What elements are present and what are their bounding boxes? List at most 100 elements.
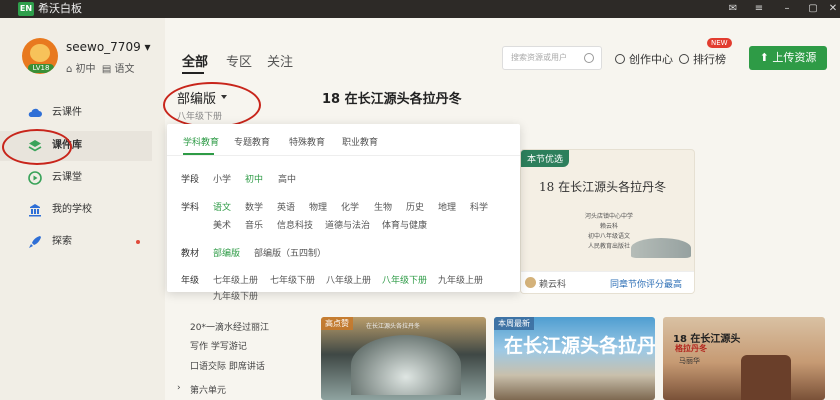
search-input[interactable]: 搜索资源或用户 bbox=[502, 46, 602, 70]
ranking-button[interactable]: 排行榜 bbox=[679, 51, 726, 67]
user-level: 初中 bbox=[75, 64, 96, 75]
tab-special-topic[interactable]: 专题教育 bbox=[234, 135, 270, 148]
option-senior-high[interactable]: 高中 bbox=[278, 172, 296, 185]
chevron-right-icon[interactable]: › bbox=[177, 383, 181, 393]
tab-all[interactable]: 全部 bbox=[182, 51, 208, 70]
option-grade-9b[interactable]: 九年级下册 bbox=[213, 289, 258, 302]
grade-row-label: 年级 bbox=[181, 276, 200, 286]
list-item[interactable]: 第六单元 bbox=[190, 383, 226, 396]
upload-icon: ⬆ bbox=[759, 51, 769, 64]
book-icon: ▤ bbox=[101, 64, 112, 75]
title-bar: EN 希沃白板 ✉ ≡ – ▢ ✕ bbox=[0, 0, 840, 18]
menu-icon[interactable]: ≡ bbox=[752, 2, 766, 16]
user-subject: 语文 bbox=[114, 64, 135, 75]
option-grade-9a[interactable]: 九年级上册 bbox=[438, 273, 483, 286]
card-label: 本周最新 bbox=[494, 317, 534, 330]
card-label: 高点赞 bbox=[321, 317, 353, 330]
tab-subject-education[interactable]: 学科教育 bbox=[183, 135, 219, 148]
tab-special-education[interactable]: 特殊教育 bbox=[289, 135, 325, 148]
option-bubian[interactable]: 部编版 bbox=[213, 246, 240, 259]
trophy-icon bbox=[679, 54, 689, 64]
courseware-card[interactable]: 高点赞 在长江源头各拉丹冬 bbox=[321, 317, 486, 400]
option-biology[interactable]: 生物 bbox=[374, 200, 392, 213]
lesson-title: 18 在长江源头各拉丹冬 bbox=[322, 92, 462, 107]
feedback-icon[interactable]: ✉ bbox=[726, 2, 740, 16]
ranking-label: 排行榜 bbox=[693, 53, 726, 66]
featured-line: 河头店镇中心中学 bbox=[584, 213, 633, 220]
option-chemistry[interactable]: 化学 bbox=[341, 200, 359, 213]
sidebar-item-label: 云课堂 bbox=[52, 172, 82, 183]
stage-label: 学段 bbox=[181, 175, 200, 185]
tab-follow[interactable]: 关注 bbox=[267, 51, 293, 70]
notification-dot bbox=[136, 240, 140, 244]
maximize-icon[interactable]: ▢ bbox=[806, 2, 820, 16]
option-it[interactable]: 信息科技 bbox=[277, 218, 313, 231]
sidebar-item-my-school[interactable]: 我的学校 bbox=[0, 195, 152, 225]
avatar-face bbox=[30, 44, 50, 62]
upload-button[interactable]: ⬆ 上传资源 bbox=[749, 46, 827, 70]
option-morality-law[interactable]: 道德与法治 bbox=[325, 218, 370, 231]
sidebar-item-cloud-classroom[interactable]: 云课堂 bbox=[0, 163, 152, 193]
featured-courseware-card[interactable]: 本节优选 18 在长江源头各拉丹冬 河头店镇中心中学 赖云科 初中八年级语文 人… bbox=[520, 149, 695, 294]
option-physics[interactable]: 物理 bbox=[309, 200, 327, 213]
new-badge: NEW bbox=[707, 38, 732, 48]
sidebar-item-explore[interactable]: 探索 bbox=[0, 227, 152, 257]
option-pe-health[interactable]: 体育与健康 bbox=[382, 218, 427, 231]
annotation-circle bbox=[163, 82, 261, 128]
tab-zone[interactable]: 专区 bbox=[226, 51, 252, 70]
option-grade-7b[interactable]: 七年级下册 bbox=[270, 273, 315, 286]
featured-title: 18 在长江源头各拉丹冬 bbox=[539, 180, 667, 194]
option-primary[interactable]: 小学 bbox=[213, 172, 231, 185]
author-avatar bbox=[525, 277, 536, 288]
ink-painting-image bbox=[631, 238, 691, 258]
featured-line: 初中八年级语文 bbox=[587, 233, 630, 240]
list-item[interactable]: 写作 学写游记 bbox=[190, 339, 247, 352]
close-icon[interactable]: ✕ bbox=[826, 2, 840, 16]
list-item[interactable]: 口语交际 即席讲话 bbox=[190, 359, 265, 372]
play-icon bbox=[28, 171, 42, 185]
smile-icon bbox=[615, 54, 625, 64]
option-science[interactable]: 科学 bbox=[470, 200, 488, 213]
search-placeholder: 搜索资源或用户 bbox=[511, 53, 567, 62]
card-author: 马丽华 bbox=[679, 357, 700, 365]
option-grade-8a[interactable]: 八年级上册 bbox=[326, 273, 371, 286]
user-name-text: seewo_7709 bbox=[66, 40, 141, 54]
featured-award: 同章节你评分最高 bbox=[609, 280, 682, 290]
list-item[interactable]: 20*一滴水经过丽江 bbox=[190, 320, 269, 333]
search-icon[interactable] bbox=[584, 53, 594, 63]
card-title: 在长江源头各拉丹冬 bbox=[504, 335, 655, 357]
level-badge: LV18 bbox=[28, 64, 54, 73]
card-subtitle: 格拉丹冬 bbox=[675, 344, 707, 353]
option-math[interactable]: 数学 bbox=[245, 200, 263, 213]
option-english[interactable]: 英语 bbox=[277, 200, 295, 213]
sidebar-item-cloud-courseware[interactable]: 云课件 bbox=[0, 98, 152, 128]
chevron-down-icon[interactable]: ▾ bbox=[145, 40, 151, 54]
option-chinese[interactable]: 语文 bbox=[213, 200, 231, 213]
school-icon bbox=[29, 204, 41, 217]
featured-footer: 赖云科 同章节你评分最高 bbox=[521, 271, 694, 293]
tab-vocational-education[interactable]: 职业教育 bbox=[342, 135, 378, 148]
card-image bbox=[351, 335, 461, 395]
card-image bbox=[741, 355, 791, 400]
option-geography[interactable]: 地理 bbox=[438, 200, 456, 213]
app-logo: EN bbox=[18, 2, 34, 16]
creator-center-label: 创作中心 bbox=[629, 53, 673, 66]
option-music[interactable]: 音乐 bbox=[245, 218, 263, 231]
user-name[interactable]: seewo_7709 ▾ bbox=[66, 40, 151, 54]
subject-label: 学科 bbox=[181, 203, 200, 213]
minimize-icon[interactable]: – bbox=[780, 2, 794, 16]
avatar[interactable]: LV18 bbox=[22, 38, 58, 74]
creator-center-button[interactable]: 创作中心 bbox=[615, 51, 673, 67]
tab-underline bbox=[183, 153, 214, 155]
courseware-card[interactable]: 18 在长江源头 格拉丹冬 马丽华 bbox=[663, 317, 825, 400]
divider bbox=[167, 155, 520, 156]
sidebar: LV18 seewo_7709 ▾ ⌂ 初中 ▤ 语文 云课件 课件库 云课堂 … bbox=[0, 18, 165, 400]
option-art[interactable]: 美术 bbox=[213, 218, 231, 231]
option-grade-8b[interactable]: 八年级下册 bbox=[382, 273, 427, 286]
option-junior-high[interactable]: 初中 bbox=[245, 172, 263, 185]
option-grade-7a[interactable]: 七年级上册 bbox=[213, 273, 258, 286]
courseware-card[interactable]: 本周最新 在长江源头各拉丹冬 bbox=[494, 317, 655, 400]
user-info: ⌂ 初中 ▤ 语文 bbox=[66, 60, 135, 75]
option-history[interactable]: 历史 bbox=[406, 200, 424, 213]
option-bubian-54[interactable]: 部编版（五四制） bbox=[254, 246, 326, 259]
